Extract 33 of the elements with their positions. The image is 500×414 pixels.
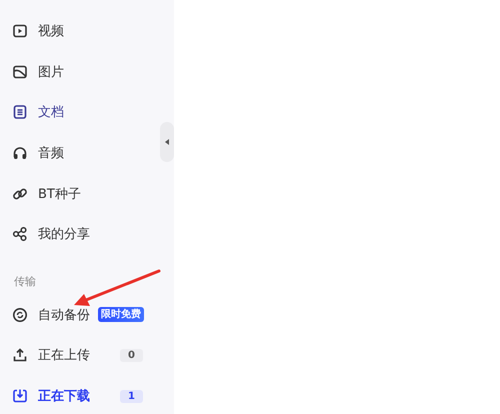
- link-icon: [12, 186, 28, 202]
- sidebar-item[interactable]: 视频: [0, 11, 156, 52]
- image-icon: [12, 64, 28, 80]
- play-icon: [12, 23, 28, 40]
- item-label: 文档: [38, 104, 64, 122]
- sidebar-item[interactable]: 我的分享: [0, 214, 156, 255]
- collapse-handle[interactable]: [160, 122, 174, 162]
- sidebar-item[interactable]: 文档: [0, 92, 156, 133]
- item-label: 我的分享: [38, 226, 90, 244]
- sync-icon: [12, 306, 28, 323]
- sidebar-item[interactable]: 正在上传 0: [0, 335, 156, 376]
- sidebar-item[interactable]: 图片: [0, 52, 156, 92]
- item-label: 正在上传: [38, 347, 90, 364]
- count-badge: 1: [120, 390, 143, 403]
- share-icon: [12, 226, 28, 242]
- sidebar-item[interactable]: 音频: [0, 132, 156, 174]
- item-label: 图片: [38, 64, 64, 81]
- item-label: 视频: [38, 23, 64, 40]
- section-title: 传输: [14, 274, 36, 289]
- document-icon: [12, 104, 28, 120]
- sidebar-item[interactable]: BT种子: [0, 173, 156, 214]
- item-label: 正在下载: [38, 388, 90, 406]
- upload-icon: [12, 347, 28, 364]
- collapse-icon: [165, 139, 169, 145]
- promo-tag: 限时免费: [98, 307, 144, 322]
- headphones-icon: [12, 145, 28, 162]
- count-badge: 0: [120, 348, 143, 362]
- item-label: 音频: [38, 145, 64, 162]
- item-label: 自动备份: [38, 306, 90, 324]
- sidebar-item[interactable]: 自动备份 限时免费: [0, 294, 156, 336]
- sidebar-item[interactable]: 正在下载 1: [0, 376, 156, 414]
- item-label: BT种子: [38, 186, 81, 203]
- download-icon: [12, 388, 28, 404]
